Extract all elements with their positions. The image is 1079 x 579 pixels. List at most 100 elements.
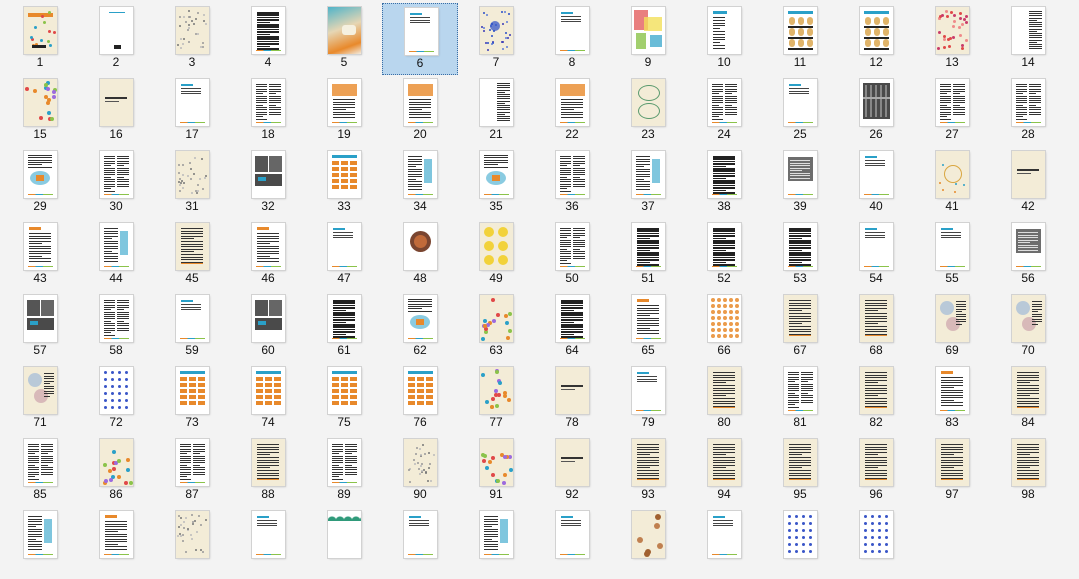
page-thumbnail[interactable]: 61 — [306, 291, 382, 363]
page-thumbnail[interactable]: 31 — [154, 147, 230, 219]
page-thumbnail[interactable]: 55 — [914, 219, 990, 291]
page-thumbnail[interactable]: 42 — [990, 147, 1066, 219]
page-thumbnail[interactable]: 29 — [2, 147, 78, 219]
page-thumbnail[interactable]: 51 — [610, 219, 686, 291]
page-thumbnail[interactable]: 5 — [306, 3, 382, 75]
page-thumbnail[interactable]: 72 — [78, 363, 154, 435]
page-thumbnail[interactable]: 58 — [78, 291, 154, 363]
page-thumbnail[interactable]: 26 — [838, 75, 914, 147]
page-thumbnail[interactable]: 97 — [914, 435, 990, 507]
page-thumbnail[interactable]: 57 — [2, 291, 78, 363]
page-thumbnail[interactable]: 40 — [838, 147, 914, 219]
page-thumbnail[interactable]: 94 — [686, 435, 762, 507]
page-thumbnail[interactable]: 59 — [154, 291, 230, 363]
page-thumbnail[interactable]: 82 — [838, 363, 914, 435]
page-thumbnail[interactable] — [838, 507, 914, 579]
page-thumbnail[interactable]: 74 — [230, 363, 306, 435]
page-thumbnail[interactable]: 73 — [154, 363, 230, 435]
page-thumbnail[interactable]: 86 — [78, 435, 154, 507]
page-thumbnail[interactable]: 14 — [990, 3, 1066, 75]
page-thumbnail[interactable] — [686, 507, 762, 579]
page-thumbnail[interactable]: 46 — [230, 219, 306, 291]
page-thumbnail[interactable]: 12 — [838, 3, 914, 75]
page-thumbnail[interactable]: 21 — [458, 75, 534, 147]
page-thumbnail[interactable] — [610, 507, 686, 579]
page-thumbnail[interactable]: 62 — [382, 291, 458, 363]
page-thumbnail[interactable]: 68 — [838, 291, 914, 363]
page-thumbnail[interactable]: 64 — [534, 291, 610, 363]
page-thumbnail[interactable]: 34 — [382, 147, 458, 219]
page-thumbnail[interactable]: 37 — [610, 147, 686, 219]
page-thumbnail[interactable]: 69 — [914, 291, 990, 363]
page-thumbnail[interactable] — [458, 507, 534, 579]
page-thumbnail[interactable]: 36 — [534, 147, 610, 219]
page-thumbnail[interactable] — [154, 507, 230, 579]
page-thumbnail[interactable]: 67 — [762, 291, 838, 363]
page-thumbnail[interactable]: 9 — [610, 3, 686, 75]
page-thumbnail[interactable]: 48 — [382, 219, 458, 291]
page-thumbnail[interactable] — [534, 507, 610, 579]
page-thumbnail[interactable]: 79 — [610, 363, 686, 435]
page-thumbnail[interactable]: 13 — [914, 3, 990, 75]
page-thumbnail[interactable]: 15 — [2, 75, 78, 147]
page-thumbnail[interactable]: 93 — [610, 435, 686, 507]
page-thumbnail[interactable]: 22 — [534, 75, 610, 147]
page-thumbnail[interactable]: 95 — [762, 435, 838, 507]
page-thumbnail[interactable]: 39 — [762, 147, 838, 219]
page-thumbnail[interactable]: 66 — [686, 291, 762, 363]
page-thumbnail[interactable] — [306, 507, 382, 579]
page-thumbnail[interactable]: 71 — [2, 363, 78, 435]
page-thumbnail[interactable]: 45 — [154, 219, 230, 291]
page-thumbnail[interactable]: 84 — [990, 363, 1066, 435]
page-thumbnail[interactable]: 50 — [534, 219, 610, 291]
page-thumbnail[interactable]: 49 — [458, 219, 534, 291]
page-thumbnail[interactable]: 32 — [230, 147, 306, 219]
page-thumbnail[interactable]: 78 — [534, 363, 610, 435]
page-thumbnail[interactable] — [230, 507, 306, 579]
page-thumbnail[interactable]: 10 — [686, 3, 762, 75]
page-thumbnail[interactable]: 83 — [914, 363, 990, 435]
page-thumbnail[interactable] — [762, 507, 838, 579]
page-thumbnail[interactable]: 98 — [990, 435, 1066, 507]
page-thumbnail[interactable] — [78, 507, 154, 579]
page-thumbnail[interactable]: 19 — [306, 75, 382, 147]
page-thumbnail[interactable]: 2 — [78, 3, 154, 75]
page-thumbnail[interactable] — [2, 507, 78, 579]
page-thumbnail[interactable]: 90 — [382, 435, 458, 507]
page-thumbnail[interactable]: 54 — [838, 219, 914, 291]
page-thumbnail[interactable]: 1 — [2, 3, 78, 75]
page-thumbnail[interactable]: 47 — [306, 219, 382, 291]
page-thumbnail[interactable]: 77 — [458, 363, 534, 435]
page-thumbnail[interactable]: 81 — [762, 363, 838, 435]
page-thumbnail[interactable]: 16 — [78, 75, 154, 147]
page-thumbnail[interactable]: 80 — [686, 363, 762, 435]
page-thumbnail[interactable]: 91 — [458, 435, 534, 507]
page-thumbnail[interactable] — [382, 507, 458, 579]
page-thumbnail[interactable]: 6 — [382, 3, 458, 75]
page-thumbnail[interactable]: 52 — [686, 219, 762, 291]
page-thumbnail[interactable]: 87 — [154, 435, 230, 507]
page-thumbnail[interactable]: 88 — [230, 435, 306, 507]
page-thumbnail[interactable]: 27 — [914, 75, 990, 147]
page-thumbnail[interactable]: 28 — [990, 75, 1066, 147]
page-thumbnail[interactable]: 8 — [534, 3, 610, 75]
page-thumbnail[interactable]: 85 — [2, 435, 78, 507]
page-thumbnail[interactable]: 44 — [78, 219, 154, 291]
page-thumbnail[interactable]: 89 — [306, 435, 382, 507]
page-thumbnail[interactable]: 53 — [762, 219, 838, 291]
page-thumbnail[interactable]: 60 — [230, 291, 306, 363]
page-thumbnail[interactable]: 33 — [306, 147, 382, 219]
page-thumbnail[interactable]: 18 — [230, 75, 306, 147]
page-thumbnail[interactable]: 43 — [2, 219, 78, 291]
page-thumbnail[interactable]: 20 — [382, 75, 458, 147]
page-thumbnail[interactable]: 75 — [306, 363, 382, 435]
page-thumbnail[interactable]: 70 — [990, 291, 1066, 363]
page-thumbnail[interactable]: 76 — [382, 363, 458, 435]
page-thumbnail[interactable]: 23 — [610, 75, 686, 147]
page-thumbnail[interactable]: 35 — [458, 147, 534, 219]
page-thumbnail[interactable]: 24 — [686, 75, 762, 147]
page-thumbnail[interactable]: 7 — [458, 3, 534, 75]
page-thumbnail[interactable]: 11 — [762, 3, 838, 75]
page-thumbnail[interactable]: 65 — [610, 291, 686, 363]
page-thumbnail[interactable]: 25 — [762, 75, 838, 147]
